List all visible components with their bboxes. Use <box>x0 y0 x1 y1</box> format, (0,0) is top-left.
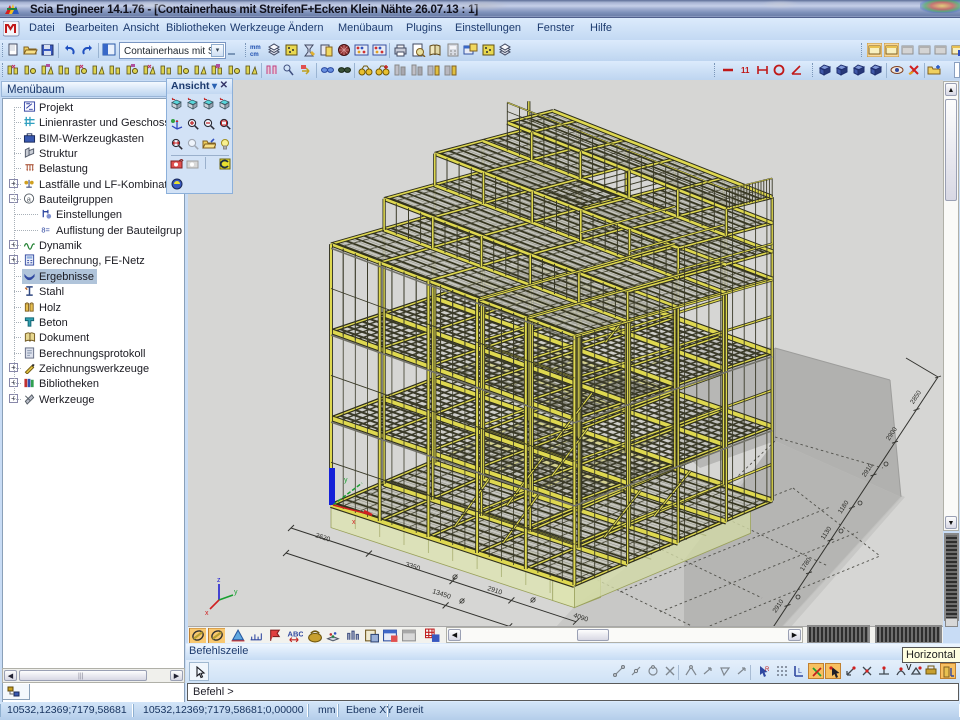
svg-text:mm: mm <box>250 45 261 51</box>
svg-text:x: x <box>352 519 356 526</box>
svg-text:y: y <box>344 477 348 484</box>
svg-text:ABC: ABC <box>288 630 303 639</box>
svg-text:13450: 13450 <box>431 588 451 601</box>
svg-text:2620: 2620 <box>314 532 331 543</box>
svg-text:R: R <box>765 667 770 673</box>
svg-text:y: y <box>234 589 238 596</box>
svg-text:x: x <box>205 610 209 617</box>
svg-text:8=: 8= <box>41 225 49 234</box>
svg-text:3350: 3350 <box>404 561 421 572</box>
svg-text:z: z <box>217 577 221 584</box>
svg-text:11: 11 <box>741 66 750 75</box>
svg-text:cm: cm <box>250 52 259 57</box>
svg-text:L: L <box>798 668 802 675</box>
svg-text:a: a <box>27 194 32 203</box>
